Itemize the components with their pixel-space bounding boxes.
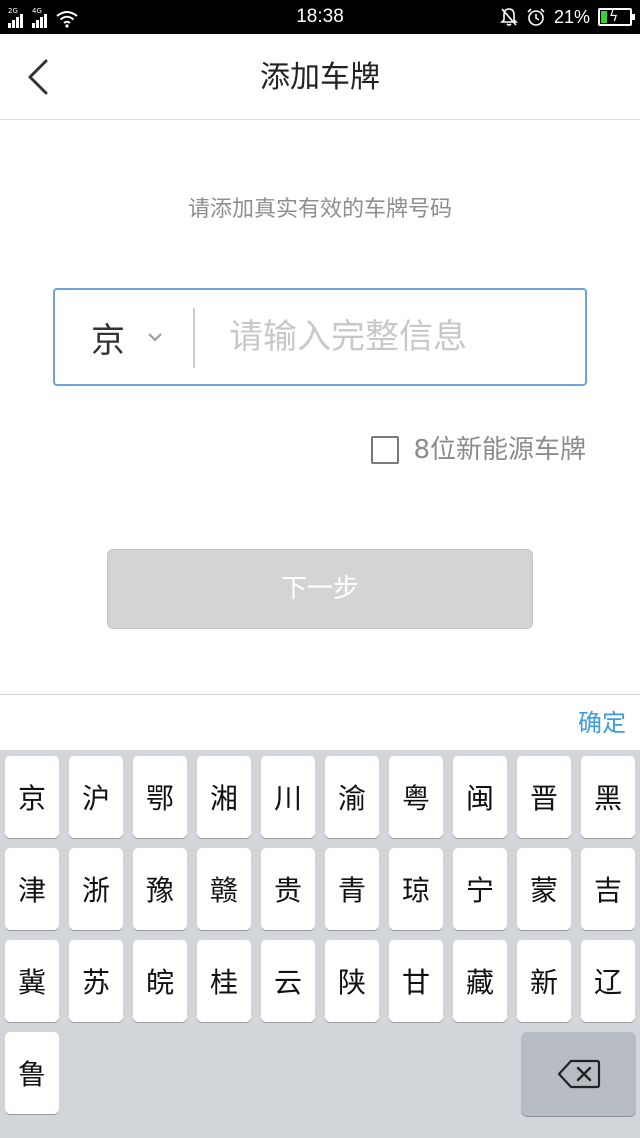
next-step-button[interactable]: 下一步	[107, 549, 533, 629]
battery-fill	[601, 11, 607, 23]
province-key[interactable]: 陕	[325, 940, 379, 1022]
province-key[interactable]: 云	[261, 940, 315, 1022]
province-key[interactable]: 渝	[325, 756, 379, 838]
keyboard-toolbar: 确定	[0, 694, 640, 750]
province-key[interactable]: 宁	[453, 848, 507, 930]
province-key[interactable]: 甘	[389, 940, 443, 1022]
province-key[interactable]: 川	[261, 756, 315, 838]
province-key[interactable]: 鄂	[133, 756, 187, 838]
page-title: 添加车牌	[260, 60, 380, 95]
province-key[interactable]: 蒙	[517, 848, 571, 930]
charging-bolt-icon: ϟ	[609, 9, 619, 25]
province-key[interactable]: 豫	[133, 848, 187, 930]
province-keyboard: 京 沪 鄂 湘 川 渝 粤 闽 晋 黑 津 浙 豫 赣 贵 青 琼 宁 蒙 吉 …	[0, 750, 640, 1138]
plate-hint-text: 请添加真实有效的车牌号码	[187, 197, 452, 222]
province-key[interactable]: 京	[5, 756, 59, 838]
nav-bar: 添加车牌	[0, 34, 640, 120]
new-energy-option[interactable]: 8位新能源车牌	[371, 432, 586, 468]
delete-key[interactable]	[521, 1032, 636, 1116]
province-key[interactable]: 闽	[453, 756, 507, 838]
province-selector[interactable]: 京	[75, 290, 185, 384]
province-key[interactable]: 沪	[69, 756, 123, 838]
province-key[interactable]: 赣	[197, 848, 251, 930]
province-key[interactable]: 苏	[69, 940, 123, 1022]
province-key[interactable]: 湘	[197, 756, 251, 838]
plate-number-input[interactable]	[213, 290, 573, 384]
province-key[interactable]: 鲁	[5, 1032, 59, 1114]
confirm-button[interactable]: 确定	[578, 707, 626, 739]
province-key[interactable]: 冀	[5, 940, 59, 1022]
status-bar: 2G 4G 18:38 21% ϟ	[0, 0, 640, 34]
province-key[interactable]: 桂	[197, 940, 251, 1022]
battery-percent: 21%	[553, 6, 590, 27]
selected-province: 京	[91, 320, 125, 361]
province-key[interactable]: 青	[325, 848, 379, 930]
province-key[interactable]: 吉	[581, 848, 635, 930]
chevron-down-icon	[147, 332, 163, 342]
province-key[interactable]: 黑	[581, 756, 635, 838]
alarm-clock-icon	[527, 8, 545, 26]
province-key[interactable]: 晋	[517, 756, 571, 838]
province-key[interactable]: 琼	[389, 848, 443, 930]
new-energy-label: 8位新能源车牌	[413, 435, 586, 465]
backspace-icon	[557, 1059, 600, 1089]
province-key[interactable]: 辽	[581, 940, 635, 1022]
plate-divider	[193, 308, 195, 368]
province-key[interactable]: 皖	[133, 940, 187, 1022]
province-key[interactable]: 津	[5, 848, 59, 930]
plate-entry-box: 京	[53, 288, 587, 386]
province-key[interactable]: 藏	[453, 940, 507, 1022]
province-key[interactable]: 贵	[261, 848, 315, 930]
new-energy-checkbox[interactable]	[371, 436, 400, 464]
silent-bell-icon	[500, 8, 518, 26]
province-key[interactable]: 粤	[389, 756, 443, 838]
battery-icon: ϟ	[598, 8, 635, 26]
province-key[interactable]: 浙	[69, 848, 123, 930]
status-indicators: 21% ϟ	[500, 5, 635, 29]
province-key[interactable]: 新	[517, 940, 571, 1022]
